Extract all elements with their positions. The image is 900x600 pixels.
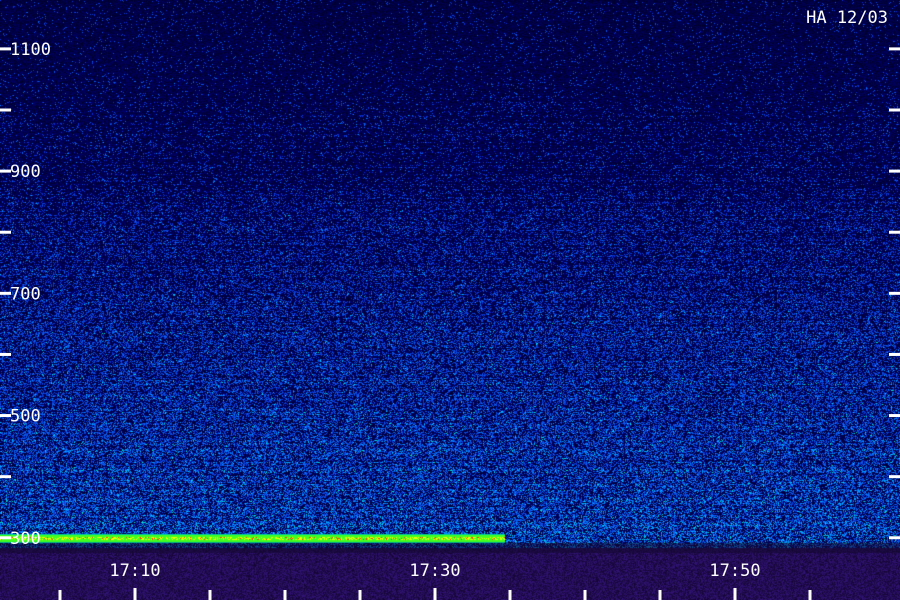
y-tick-label: 300: [10, 529, 41, 549]
y-axis: 300 500 700 900 1100: [0, 40, 900, 549]
station-label: HA 12/03: [806, 8, 888, 28]
axes-overlay: 300 500 700 900 1100 17:10 17:30 17:50 HA 12/0…: [0, 8, 900, 600]
x-tick-label: 17:30: [409, 561, 460, 581]
x-tick-label: 17:10: [109, 561, 160, 581]
y-tick-label: 1100: [10, 40, 51, 60]
y-tick-label: 700: [10, 284, 41, 304]
x-tick-label: 17:50: [709, 561, 760, 581]
y-tick-label: 500: [10, 407, 41, 427]
y-tick-label: 900: [10, 162, 41, 182]
x-axis: 17:10 17:30 17:50: [58, 561, 812, 600]
